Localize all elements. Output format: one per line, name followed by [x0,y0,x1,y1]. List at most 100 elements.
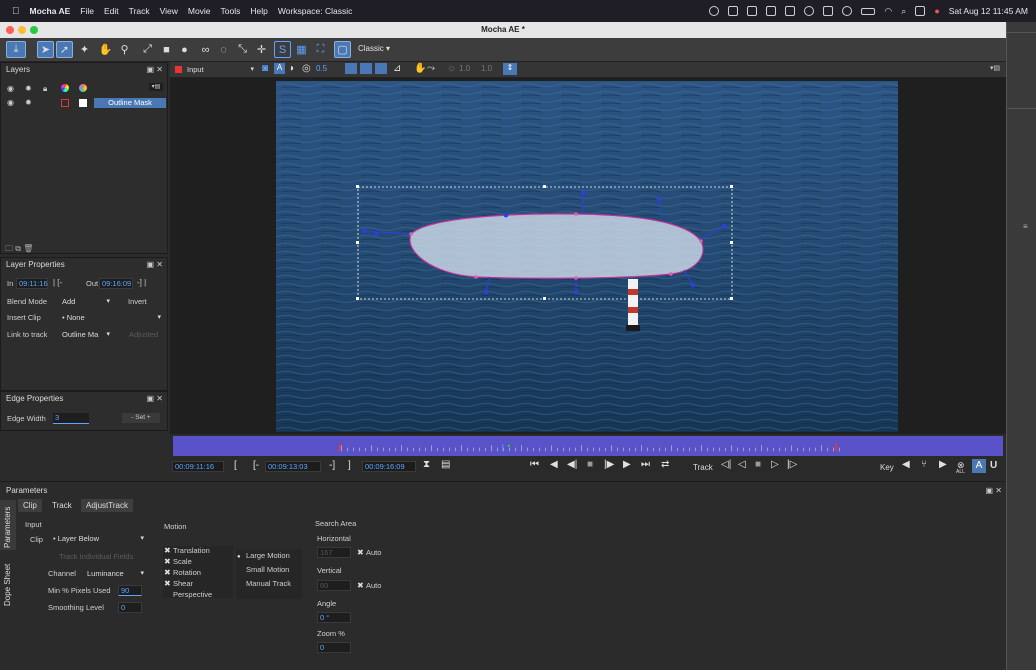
siri-icon[interactable]: ● [934,6,939,16]
set-in-icon[interactable]: | [- [53,278,62,287]
clip-select[interactable]: Input [184,64,256,75]
show-layer-outline-icon[interactable]: ▢ [334,41,351,58]
blend-mode-select[interactable]: Add [59,296,112,307]
add-point-tool-icon[interactable]: ✦ [76,41,93,58]
zoom-field[interactable]: 0 [317,642,351,653]
layer-group-row[interactable]: ◉ ✹ 🔒︎ [7,84,147,94]
current-time-field[interactable]: 00:09:11:16 [172,461,224,472]
adjusted-checkbox[interactable]: Adjusted [129,330,158,339]
viewer-menu-icon[interactable]: ▾▤ [990,64,1000,72]
lock-icon[interactable]: 🔒︎ [43,84,47,94]
set-out-point-button[interactable]: -] [329,460,335,471]
side-tab-parameters[interactable]: Parameters [3,507,12,548]
play-backwards-button[interactable]: ◀| [567,459,577,470]
visibility-eye-icon[interactable]: ◉ [7,98,14,107]
drive-icon[interactable] [785,6,796,16]
clip-select[interactable]: • Layer Below [50,533,146,544]
wifi-icon[interactable]: ◠ [884,6,892,17]
exposure-icon[interactable]: ☼ [447,63,456,74]
side-tab-dope-sheet[interactable]: Dope Sheet [3,564,12,606]
onion-skin-icon[interactable]: ◎ [302,63,311,74]
overlay-mode-icon[interactable] [360,63,372,74]
set-in-point-button[interactable]: [- [253,460,259,471]
menu-help[interactable]: Help [250,6,267,16]
stop-button[interactable]: ■ [587,459,593,470]
link-to-track-select[interactable]: Outline Ma [59,329,112,340]
menu-app-name[interactable]: Mocha AE [30,6,71,16]
c-icon[interactable] [804,6,815,16]
battery-icon[interactable] [861,7,876,15]
layer-row[interactable]: ◉ ✹ Outline Mask [7,98,167,108]
cog-icon[interactable]: ✹ [25,84,32,93]
zoom-tool-icon[interactable]: ⚲ [116,41,133,58]
cog-icon[interactable]: ✹ [25,98,32,107]
timeline-ruler[interactable] [173,444,1003,456]
insert-clip-select[interactable]: • None [59,312,163,323]
grid-tool-icon[interactable]: ▦ [293,41,310,58]
in-time-field[interactable]: 00:09:13:03 [265,461,321,472]
x-spline-tool-icon[interactable]: ⤢ [139,41,156,58]
shear-checkbox[interactable]: ✖ Shear [164,579,193,588]
calendar-icon[interactable] [823,6,834,16]
zoom-fit-icon[interactable]: ⇕ [503,63,517,75]
trace-icon[interactable]: ⊿ [393,63,401,74]
panel-controls-icon[interactable]: ▣ ✕ [986,486,1002,495]
track-backwards-button[interactable]: ◁| [721,459,731,470]
layer-color-swatch[interactable] [61,99,69,107]
menu-tools[interactable]: Tools [221,6,241,16]
manual-track-radio[interactable]: Manual Track [237,579,291,588]
circle-tool-icon[interactable]: ● [176,41,193,58]
layer-menu-icon[interactable]: ▾▤ [149,83,163,91]
rotation-checkbox[interactable]: ✖ Rotation [164,568,201,577]
translation-checkbox[interactable]: ✖ Translation [164,546,210,555]
tab-track[interactable]: Track [47,499,77,512]
panel-controls-icon[interactable]: ▣ ✕ [147,63,163,76]
in-point-field[interactable]: 09:11:16 [16,278,48,289]
min-pixels-field[interactable]: 90 [118,585,142,596]
out-point-field[interactable]: 09:16:09 [99,278,133,289]
layer-name[interactable]: Outline Mask [94,98,166,108]
adobe-icon[interactable] [747,6,758,16]
outline-mask-spline[interactable] [409,213,704,279]
track-individual-fields-checkbox[interactable]: Track Individual Fields [59,552,133,561]
menubar-datetime[interactable]: Sat Aug 12 11:45 AM [949,6,1028,16]
small-motion-radio[interactable]: Small Motion [237,565,289,574]
select-points-tool-icon[interactable]: ➚ [56,41,73,58]
track-trace-icon[interactable]: ⤳ [427,63,435,74]
fit-view-icon[interactable]: ⛶ [312,41,329,58]
matte-color-icon[interactable] [79,84,87,92]
opacity-field[interactable]: 0.5 [316,64,327,73]
add-key-icon[interactable]: ⑂ [921,459,927,470]
workspace-select[interactable]: Classic ▾ [358,44,390,53]
video-icon[interactable] [728,6,739,16]
large-motion-radio[interactable]: ● Large Motion [237,551,290,560]
tab-clip[interactable]: Clip [18,499,42,512]
video-frame[interactable] [276,81,898,432]
step-forward-button[interactable]: ▶ [623,459,631,470]
save-project-icon[interactable]: ⤓ [6,41,26,58]
track-forwards-button[interactable]: |▷ [787,459,797,470]
undo-key-icon[interactable]: U [990,460,997,471]
apple-icon[interactable]:  [12,6,20,17]
close-window-button[interactable] [6,26,14,34]
field-b[interactable]: 1.0 [481,64,503,73]
horizontal-field[interactable]: 167 [317,547,351,558]
color-channel-icon[interactable]: ◙ [262,63,268,74]
track-back-one-frame-button[interactable]: ◁ [738,459,746,470]
go-to-out-point-button[interactable]: ] [348,460,351,471]
angle-field[interactable]: 0 ° [317,612,351,623]
field-a[interactable]: 1.0 [459,64,481,73]
spotlight-search-icon[interactable]: ⌕ [901,6,906,17]
trim-icon[interactable]: ⧗ [423,459,430,470]
panel-controls-icon[interactable]: ▣ ✕ [147,258,163,271]
keyframe-marker[interactable] [507,444,510,447]
smoothing-field[interactable]: 0 [118,602,142,613]
scale-checkbox[interactable]: ✖ Scale [164,557,192,566]
play-forwards-button[interactable]: |▶ [604,459,614,470]
stop-tracking-button[interactable]: ■ [755,459,761,470]
loop-icon[interactable]: ⇄ [661,459,669,470]
vertical-auto-checkbox[interactable]: ✖ Auto [357,581,381,590]
go-to-start-button[interactable]: ⏮ [530,459,539,470]
duplicate-layer-icon[interactable]: ⧉ [15,244,21,253]
edge-width-set-button[interactable]: - Set + [122,413,160,423]
